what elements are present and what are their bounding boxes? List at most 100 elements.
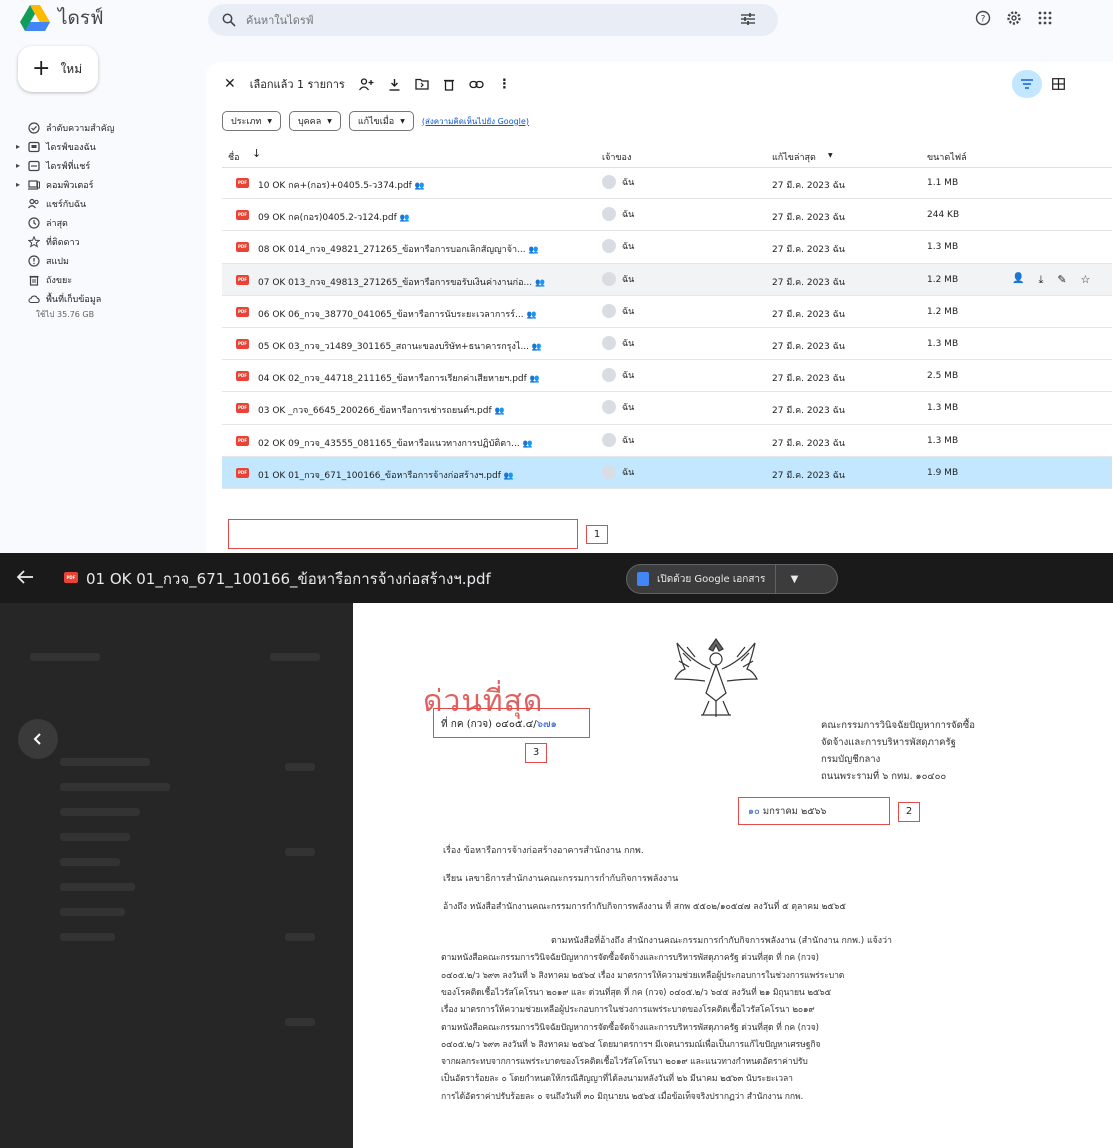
rename-pencil-icon[interactable]: ✎ — [1057, 273, 1066, 287]
file-modified: 27 มี.ค. 2023 ฉัน — [772, 341, 845, 352]
grid-view-icon[interactable] — [1052, 78, 1065, 90]
send-feedback-link[interactable]: (ส่งความคิดเห็นไปยัง Google) — [422, 115, 529, 128]
sidebar-item-my-drive[interactable]: ▸ ไดรฟ์ของฉัน — [16, 137, 196, 156]
file-row[interactable]: PDF 08 OK 014_กวจ_49821_271265_ข้อหารือกา… — [222, 231, 1112, 264]
star-icon[interactable]: ☆ — [1081, 273, 1091, 287]
share-add-person-icon[interactable] — [358, 77, 374, 91]
share-icon[interactable]: 👤 — [1012, 273, 1024, 287]
sort-dropdown-icon[interactable]: ▼ — [828, 152, 833, 159]
body-line: ๐๔๐๕.๒/ว ๖๙๓ ลงวันที่ ๖ สิงหาคม ๒๕๖๔ โดย… — [441, 1039, 821, 1050]
sidebar-item-shared-drives[interactable]: ▸ ไดรฟ์ที่แชร์ — [16, 156, 196, 175]
copy-link-icon[interactable] — [469, 80, 484, 89]
search-bar[interactable] — [208, 4, 778, 36]
pdf-file-icon: PDF — [236, 210, 249, 221]
sidebar-item-priority[interactable]: ลำดับความสำคัญ — [16, 118, 196, 137]
trash-icon[interactable] — [443, 78, 455, 91]
help-icon[interactable]: ? — [975, 10, 991, 26]
drive-logo[interactable]: ไดรฟ์ — [20, 2, 140, 34]
file-name: 03 OK _กวจ_6645_200266_ข้อหารือการเช่ารถ… — [258, 406, 505, 417]
body-line: ตามหนังสือคณะกรรมการวินิจฉัยปัญหาการจัดซ… — [441, 953, 819, 964]
search-input[interactable] — [246, 13, 764, 27]
file-row[interactable]: PDF 06 OK 06_กวจ_38770_041065_ข้อหารือการ… — [222, 296, 1112, 328]
sidebar-item-computers[interactable]: ▸ คอมพิวเตอร์ — [16, 175, 196, 194]
expand-caret-icon[interactable]: ▸ — [16, 180, 20, 189]
file-owner: ฉัน — [602, 239, 634, 254]
chip-label: ประเภท — [231, 117, 262, 127]
avatar — [602, 335, 616, 350]
download-icon[interactable]: ⤓ — [1038, 273, 1043, 287]
filter-modified-chip[interactable]: แก้ไขเมื่อ ▼ — [348, 111, 414, 131]
column-modified-header[interactable]: แก้ไขล่าสุด — [772, 150, 816, 164]
pdf-file-icon: PDF — [64, 572, 78, 583]
annotation-box-3 — [433, 708, 590, 738]
sort-arrow-down-icon[interactable]: ↓ — [252, 147, 261, 160]
file-row[interactable]: PDF 09 OK กค(กอร)0405.2-ว124.pdf 👥 ฉัน 27 ม… — [222, 199, 1112, 232]
expand-caret-icon[interactable]: ▸ — [16, 161, 20, 170]
shared-people-icon: 👥 — [531, 341, 542, 351]
download-icon[interactable] — [388, 78, 401, 91]
file-owner: ฉัน — [602, 175, 634, 189]
org-line: ถนนพระรามที่ ๖ กทม. ๑๐๔๐๐ — [821, 771, 947, 782]
avatar — [602, 207, 616, 222]
previous-file-button[interactable] — [18, 719, 58, 759]
filter-type-chip[interactable]: ประเภท ▼ — [222, 111, 281, 131]
expand-caret-icon[interactable]: ▸ — [16, 142, 20, 151]
back-arrow-icon[interactable] — [16, 569, 34, 585]
file-row[interactable]: PDF 01 OK 01_กวจ_671_100166_ข้อหารือการจ้… — [222, 456, 1112, 489]
sidebar-item-label: ล่าสุด — [46, 218, 68, 229]
sidebar-item-storage[interactable]: พื้นที่เก็บข้อมูล — [16, 289, 196, 308]
open-with-dropdown-icon[interactable]: ▼ — [776, 574, 812, 585]
search-options-icon[interactable] — [740, 12, 756, 26]
column-owner-header[interactable]: เจ้าของ — [602, 150, 631, 164]
settings-gear-icon[interactable] — [1006, 10, 1022, 26]
file-row[interactable]: PDF 05 OK 03_กวจ_ว1489_301165_สถานะของบริ… — [222, 328, 1112, 361]
pdf-page: ด่วนที่สุด ที่ กค (กวจ) ๐๔๐๕.๔/๖๗๑ 3 คณะ… — [353, 603, 1113, 1148]
shared-people-icon: 👥 — [414, 181, 425, 190]
pdf-file-icon: PDF — [236, 274, 249, 285]
file-row[interactable]: PDF 03 OK _กวจ_6645_200266_ข้อหารือการเช่… — [222, 392, 1112, 425]
star-icon — [28, 235, 40, 248]
column-size-header[interactable]: ขนาดไฟล์ — [927, 150, 967, 164]
new-button[interactable]: + ใหม่ — [18, 46, 98, 92]
sidebar-item-recent[interactable]: ล่าสุด — [16, 213, 196, 232]
file-size: 1.9 MB — [927, 467, 959, 478]
avatar — [602, 368, 616, 383]
body-line: ตามหนังสือที่อ้างถึง สำนักงานคณะกรรมการก… — [551, 936, 892, 946]
date-handwritten-day: ๑๐ — [748, 806, 760, 817]
file-row[interactable]: PDF 02 OK 09_กวจ_43555_081165_ข้อหารือแนว… — [222, 425, 1112, 457]
list-view-button[interactable] — [1012, 70, 1042, 98]
avatar — [602, 432, 616, 447]
body-line: เรื่อง มาตรการให้ความช่วยเหลือผู้ประกอบก… — [441, 1005, 815, 1016]
sidebar-item-label: พื้นที่เก็บข้อมูล — [46, 294, 102, 305]
clear-selection-close-icon[interactable]: ✕ — [224, 76, 236, 92]
column-name-header[interactable]: ชื่อ — [228, 150, 240, 164]
open-with-button[interactable]: เปิดด้วย Google เอกสาร ▼ — [626, 564, 838, 594]
spam-icon — [28, 254, 40, 267]
file-row[interactable]: PDF 10 OK กค+(กอร)+0405.5-ว374.pdf 👥 ฉัน 27… — [222, 167, 1112, 200]
file-row[interactable]: PDF 04 OK 02_กวจ_44718_211165_ข้อหารือการ… — [222, 360, 1112, 393]
sidebar-item-shared-with-me[interactable]: แชร์กับฉัน — [16, 194, 196, 213]
pdf-file-icon: PDF — [236, 178, 249, 188]
svg-text:?: ? — [981, 15, 986, 25]
chip-label: แก้ไขเมื่อ — [357, 117, 395, 127]
apps-grid-icon[interactable] — [1037, 10, 1053, 26]
org-line: จัดจ้างและการบริหารพัสดุภาครัฐ — [821, 737, 956, 748]
pdf-file-icon: PDF — [236, 467, 249, 478]
my-drive-icon — [28, 141, 40, 152]
search-icon[interactable] — [222, 13, 236, 27]
sidebar-item-starred[interactable]: ที่ติดดาว — [16, 232, 196, 251]
pdf-file-icon: PDF — [236, 371, 249, 382]
date-month-year: มกราคม ๒๕๖๖ — [759, 806, 827, 817]
open-with-google-docs[interactable]: เปิดด้วย Google เอกสาร — [627, 565, 777, 593]
move-to-folder-icon[interactable] — [415, 78, 429, 90]
file-row[interactable]: PDF 07 OK 013_กวจ_49813_271265_ข้อหารือกา… — [222, 263, 1112, 296]
body-line: ตามหนังสือคณะกรรมการวินิจฉัยปัญหาการจัดซ… — [441, 1022, 819, 1033]
filter-people-chip[interactable]: บุคคล ▼ — [288, 111, 341, 131]
pdf-viewer: PDF 01 OK 01_กวจ_671_100166_ข้อหารือการจ… — [0, 553, 1113, 1148]
sidebar-item-trash[interactable]: ถังขยะ — [16, 270, 196, 289]
file-size: 1.3 MB — [927, 435, 959, 446]
pdf-file-icon: PDF — [236, 338, 249, 349]
view-toggle — [1012, 70, 1065, 98]
sidebar-item-spam[interactable]: สแปม — [16, 251, 196, 270]
more-actions-icon[interactable]: ⋮ — [498, 77, 511, 92]
